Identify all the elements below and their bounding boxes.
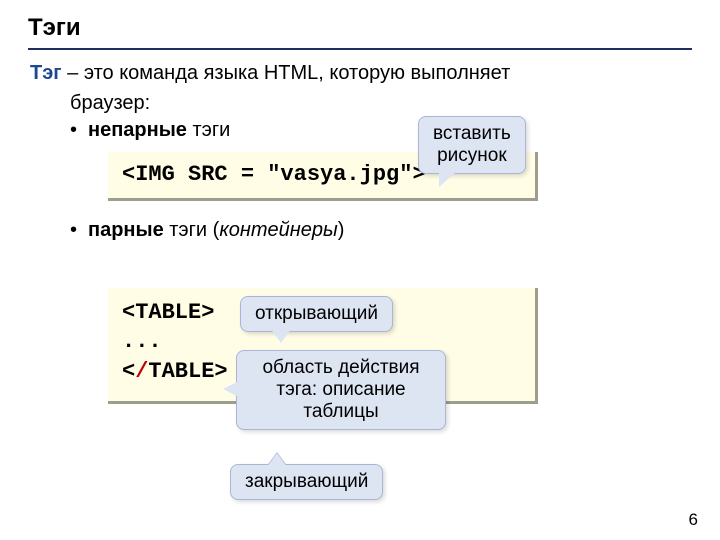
callout-scope: область действия тэга: описание таблицы — [236, 350, 446, 430]
bullet-nonpaired-bold: непарные — [88, 119, 187, 141]
bullet-dot-icon: • — [70, 119, 88, 142]
callout-tail-icon — [267, 453, 287, 467]
bullet-paired-italic: контейнеры — [219, 219, 337, 241]
callout-scope-l1: область действия — [251, 357, 431, 379]
bullet-paired-close: ) — [338, 219, 345, 241]
callout-opening-text: открывающий — [255, 303, 378, 324]
term-word: Тэг — [30, 62, 62, 84]
definition-line1: Тэг – это команда языка HTML, которую вы… — [28, 60, 692, 86]
bullet-nonpaired-rest: тэги — [187, 119, 230, 141]
page-number: 6 — [689, 510, 698, 530]
callout-scope-l3: таблицы — [251, 401, 431, 423]
definition-rest1: – это команда языка HTML, которую выполн… — [62, 62, 511, 84]
bullet-paired: •парные тэги (контейнеры) — [28, 219, 692, 242]
callout-insert-image-l2: рисунок — [433, 145, 511, 167]
callout-tail-icon — [439, 171, 457, 187]
callout-tail-icon — [223, 381, 239, 397]
callout-insert-image-l1: вставить — [433, 123, 511, 145]
bullet-paired-bold: парные — [88, 219, 164, 241]
callout-scope-l2: тэга: описание — [251, 379, 431, 401]
callout-opening: открывающий — [240, 296, 393, 332]
bullet-paired-rest: тэги ( — [164, 219, 220, 241]
bullet-dot-icon: • — [70, 219, 88, 242]
callout-insert-image: вставить рисунок — [418, 116, 526, 174]
definition-line2: браузер: — [28, 92, 692, 115]
slide-title: Тэги — [28, 14, 692, 50]
callout-closing-text: закрывающий — [245, 471, 368, 492]
callout-tail-icon — [271, 329, 291, 343]
bullet-nonpaired: •непарные тэги — [28, 119, 692, 142]
callout-closing: закрывающий — [230, 464, 383, 500]
code-slash: / — [135, 359, 148, 384]
